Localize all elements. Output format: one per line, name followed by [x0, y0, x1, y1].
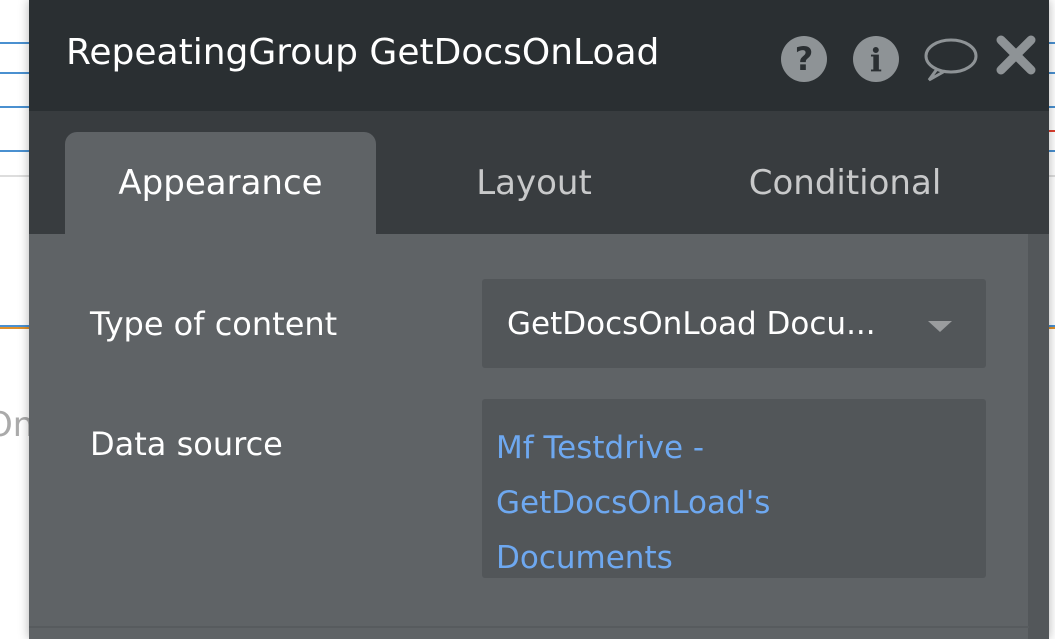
data-source-field[interactable]: Mf Testdrive - GetDocsOnLoad's Documents	[482, 399, 986, 578]
svg-text:i: i	[870, 41, 882, 79]
chevron-down-icon	[928, 321, 952, 332]
comment-icon[interactable]	[923, 34, 978, 84]
type-of-content-value: GetDocsOnLoad Docu...	[507, 305, 876, 342]
type-of-content-dropdown[interactable]: GetDocsOnLoad Docu...	[482, 279, 986, 368]
info-icon[interactable]: i	[851, 34, 901, 84]
tab-bar: Appearance Layout Conditional	[29, 111, 1049, 234]
data-source-expression[interactable]: Mf Testdrive - GetDocsOnLoad's Documents	[496, 421, 826, 586]
type-of-content-label: Type of content	[90, 305, 338, 343]
tab-conditional[interactable]: Conditional	[709, 132, 981, 234]
tab-layout[interactable]: Layout	[409, 132, 659, 234]
property-editor-panel: RepeatingGroup GetDocsOnLoad ? i Appeara…	[29, 0, 1049, 639]
divider	[29, 626, 1029, 628]
scrollbar[interactable]	[1028, 234, 1049, 639]
tab-appearance[interactable]: Appearance	[65, 132, 376, 234]
bg-line	[1049, 130, 1055, 132]
panel-header: RepeatingGroup GetDocsOnLoad ? i	[29, 0, 1049, 111]
close-icon[interactable]	[995, 34, 1045, 84]
panel-title: RepeatingGroup GetDocsOnLoad	[66, 32, 660, 73]
svg-text:?: ?	[795, 40, 814, 78]
help-icon[interactable]: ?	[779, 34, 829, 84]
data-source-label: Data source	[90, 425, 283, 463]
